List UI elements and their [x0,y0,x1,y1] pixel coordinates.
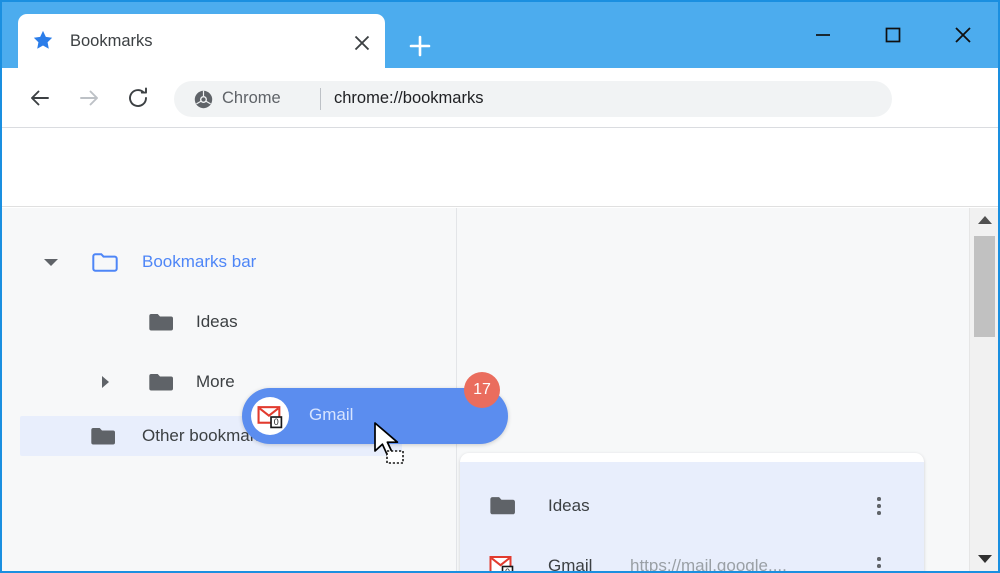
tab-title: Bookmarks [70,32,153,50]
omnibox-url-text[interactable]: chrome://bookmarks [334,89,483,108]
reload-icon[interactable] [120,80,156,116]
new-tab-button[interactable] [406,32,434,60]
window-minimize-button[interactable] [800,13,846,57]
svg-text:0: 0 [273,417,278,427]
folder-open-outline-icon [92,252,118,273]
list-item-title: Gmail [548,556,593,573]
chevron-down-icon[interactable] [44,258,58,266]
svg-text:0: 0 [505,566,510,573]
chevron-right-icon[interactable] [102,376,109,388]
folder-icon [148,372,174,393]
scroll-up-arrow-icon[interactable] [970,208,998,232]
address-bar[interactable]: Chrome chrome://bookmarks [174,81,892,117]
folder-icon [90,426,116,447]
sidebar-item-ideas[interactable]: Ideas [20,302,402,342]
window-close-button[interactable] [940,13,986,57]
omnibox-divider [320,88,321,110]
browser-window: Bookmarks Chrome chrome://bookmarks Book… [0,0,1000,573]
drag-cursor-icon [372,421,416,471]
sidebar-item-bookmarks-bar[interactable]: Bookmarks bar [20,242,402,282]
window-maximize-button[interactable] [870,13,916,57]
scroll-down-arrow-icon[interactable] [970,547,998,571]
folder-icon [488,492,516,520]
drag-chip-label: Gmail [309,405,354,424]
sidebar-item-label: More [196,372,235,391]
list-item-url: https://mail.google.... [630,556,787,573]
selection-toolbar: 17 selected Cancel Delete [2,129,998,319]
sidebar-item-label: Bookmarks bar [142,252,257,271]
tab-close-icon[interactable] [350,31,374,55]
vertical-scrollbar[interactable] [969,208,998,571]
bookmarks-content: Bookmarks bar Ideas More Other bookmarks… [2,208,998,571]
chrome-logo-icon [194,90,213,109]
list-item-title: Ideas [548,496,590,515]
bookmarks-list: Ideas 0 Gmail https://mail.google.... [460,462,924,573]
star-icon [32,29,54,51]
drag-count-badge: 17 [464,372,500,408]
gmail-icon: 0 [488,552,516,573]
omnibox-chip-text: Chrome [222,89,281,107]
gmail-icon: 0 [251,397,289,435]
folder-icon [148,312,174,333]
arrow-left-icon[interactable] [22,80,58,116]
list-item[interactable]: Ideas [460,476,924,536]
row-more-icon[interactable] [866,551,892,571]
bookmarks-list-card: Ideas 0 Gmail https://mail.google.... [460,453,924,573]
title-bar: Bookmarks [2,2,998,68]
scrollbar-thumb[interactable] [974,236,995,337]
arrow-right-icon [71,80,107,116]
list-item[interactable]: 0 Gmail https://mail.google.... [460,536,924,573]
browser-toolbar: Chrome chrome://bookmarks [2,68,998,178]
row-more-icon[interactable] [866,491,892,521]
sidebar-item-label: Ideas [196,312,238,331]
